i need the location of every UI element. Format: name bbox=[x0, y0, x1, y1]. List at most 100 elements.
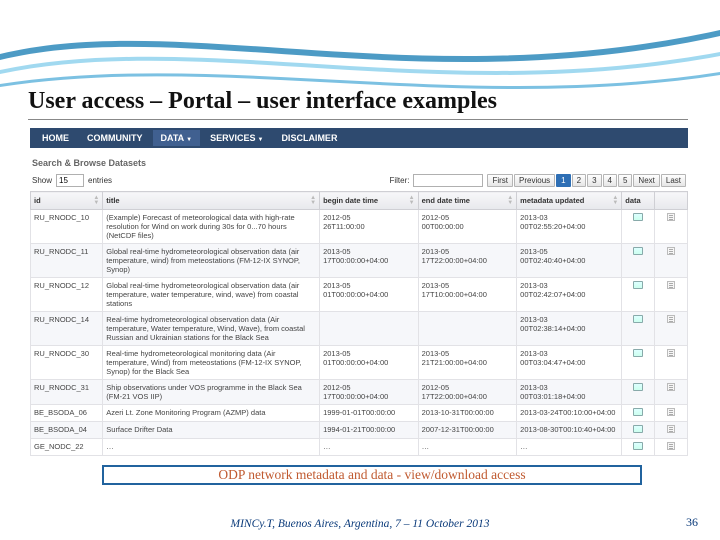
page-next-button[interactable]: Next bbox=[633, 174, 659, 187]
download-icon[interactable] bbox=[667, 247, 675, 255]
filter-input[interactable] bbox=[413, 174, 483, 187]
cell-id: GE_NODC_22 bbox=[31, 439, 103, 456]
view-data-icon[interactable] bbox=[633, 425, 643, 433]
nav-services-label: SERVICES bbox=[210, 133, 255, 143]
cell-meta: 2013-0300T02:38:14+04:00 bbox=[517, 312, 622, 346]
download-icon[interactable] bbox=[667, 349, 675, 357]
cell-meta: 2013-03-24T00:10:00+04:00 bbox=[517, 405, 622, 422]
page-4-button[interactable]: 4 bbox=[603, 174, 617, 187]
cell-meta: 2013-0300T02:42:07+04:00 bbox=[517, 278, 622, 312]
pagination: First Previous 1 2 3 4 5 Next Last bbox=[487, 174, 686, 187]
page-5-button[interactable]: 5 bbox=[618, 174, 632, 187]
download-icon[interactable] bbox=[667, 442, 675, 450]
cell-end: 2013-10-31T00:00:00 bbox=[418, 405, 517, 422]
section-heading: Search & Browse Datasets bbox=[32, 158, 688, 168]
view-data-icon[interactable] bbox=[633, 383, 643, 391]
cell-end: 2013-0521T21:00:00+04:00 bbox=[418, 346, 517, 380]
download-icon[interactable] bbox=[667, 315, 675, 323]
download-icon[interactable] bbox=[667, 281, 675, 289]
cell-title: Global real-time hydrometeorological obs… bbox=[103, 244, 320, 278]
cell-id: BE_BSODA_04 bbox=[31, 422, 103, 439]
table-row: RU_RNODC_14Real-time hydrometeorological… bbox=[31, 312, 688, 346]
cell-begin: 2013-0501T00:00:00+04:00 bbox=[320, 346, 419, 380]
cell-id: BE_BSODA_06 bbox=[31, 405, 103, 422]
download-icon[interactable] bbox=[667, 213, 675, 221]
cell-id: RU_RNODC_31 bbox=[31, 380, 103, 405]
cell-title: Real-time hydrometeorological monitoring… bbox=[103, 346, 320, 380]
sort-icon: ▲▼ bbox=[93, 196, 99, 206]
chevron-down-icon: ▼ bbox=[257, 137, 263, 143]
table-header-row: id▲▼ title▲▼ begin date time▲▼ end date … bbox=[31, 192, 688, 210]
view-data-icon[interactable] bbox=[633, 315, 643, 323]
cell-title: Global real-time hydrometeorological obs… bbox=[103, 278, 320, 312]
cell-id: RU_RNODC_14 bbox=[31, 312, 103, 346]
col-title[interactable]: title▲▼ bbox=[103, 192, 320, 210]
cell-begin: 1994-01-21T00:00:00 bbox=[320, 422, 419, 439]
col-meta[interactable]: metadata updated▲▼ bbox=[517, 192, 622, 210]
slide-footer: MINCy.T, Buenos Aires, Argentina, 7 – 11… bbox=[0, 518, 720, 530]
col-data[interactable]: data bbox=[622, 192, 655, 210]
download-icon[interactable] bbox=[667, 408, 675, 416]
col-end[interactable]: end date time▲▼ bbox=[418, 192, 517, 210]
page-3-button[interactable]: 3 bbox=[587, 174, 601, 187]
cell-id: RU_RNODC_10 bbox=[31, 210, 103, 244]
cell-end: 2013-0517T10:00:00+04:00 bbox=[418, 278, 517, 312]
cell-meta: 2013-0500T02:40:40+04:00 bbox=[517, 244, 622, 278]
view-data-icon[interactable] bbox=[633, 408, 643, 416]
cell-begin: 1999-01-01T00:00:00 bbox=[320, 405, 419, 422]
cell-begin bbox=[320, 312, 419, 346]
table-row: RU_RNODC_10(Example) Forecast of meteoro… bbox=[31, 210, 688, 244]
download-icon[interactable] bbox=[667, 383, 675, 391]
main-nav: HOME COMMUNITY DATA▼ SERVICES▼ DISCLAIME… bbox=[30, 128, 688, 148]
filter-label: Filter: bbox=[389, 176, 409, 185]
download-icon[interactable] bbox=[667, 425, 675, 433]
cell-id: RU_RNODC_30 bbox=[31, 346, 103, 380]
table-row: RU_RNODC_31Ship observations under VOS p… bbox=[31, 380, 688, 405]
cell-meta: 2013-08-30T00:10:40+04:00 bbox=[517, 422, 622, 439]
portal-screenshot: HOME COMMUNITY DATA▼ SERVICES▼ DISCLAIME… bbox=[30, 128, 688, 488]
table-row: BE_BSODA_04Surface Drifter Data1994-01-2… bbox=[31, 422, 688, 439]
table-row: RU_RNODC_12Global real-time hydrometeoro… bbox=[31, 278, 688, 312]
cell-title: Azeri Lt. Zone Monitoring Program (AZMP)… bbox=[103, 405, 320, 422]
sort-icon: ▲▼ bbox=[612, 196, 618, 206]
view-data-icon[interactable] bbox=[633, 213, 643, 221]
cell-begin: 2012-0526T11:00:00 bbox=[320, 210, 419, 244]
cell-begin: 2013-0517T00:00:00+04:00 bbox=[320, 244, 419, 278]
nav-community[interactable]: COMMUNITY bbox=[79, 130, 151, 146]
cell-begin: 2012-0517T00:00:00+04:00 bbox=[320, 380, 419, 405]
page-1-button[interactable]: 1 bbox=[556, 174, 570, 187]
col-begin[interactable]: begin date time▲▼ bbox=[320, 192, 419, 210]
sort-icon: ▲▼ bbox=[409, 196, 415, 206]
view-data-icon[interactable] bbox=[633, 349, 643, 357]
nav-home[interactable]: HOME bbox=[34, 130, 77, 146]
col-blank bbox=[655, 192, 688, 210]
view-data-icon[interactable] bbox=[633, 281, 643, 289]
cell-title: Real-time hydrometeorological observatio… bbox=[103, 312, 320, 346]
col-id[interactable]: id▲▼ bbox=[31, 192, 103, 210]
cell-end: 2013-0517T22:00:00+04:00 bbox=[418, 244, 517, 278]
cell-meta: 2013-0300T03:04:47+04:00 bbox=[517, 346, 622, 380]
entries-select[interactable] bbox=[56, 174, 84, 187]
slide-title: User access – Portal – user interface ex… bbox=[28, 88, 688, 120]
cell-begin: … bbox=[320, 439, 419, 456]
chevron-down-icon: ▼ bbox=[186, 137, 192, 143]
view-data-icon[interactable] bbox=[633, 442, 643, 450]
nav-data-label: DATA bbox=[161, 133, 185, 143]
cell-title: (Example) Forecast of meteorological dat… bbox=[103, 210, 320, 244]
cell-meta: 2013-0300T02:55:20+04:00 bbox=[517, 210, 622, 244]
page-previous-button[interactable]: Previous bbox=[514, 174, 555, 187]
nav-services[interactable]: SERVICES▼ bbox=[202, 130, 271, 146]
cell-end bbox=[418, 312, 517, 346]
cell-title: Surface Drifter Data bbox=[103, 422, 320, 439]
cell-end: 2012-0500T00:00:00 bbox=[418, 210, 517, 244]
nav-disclaimer[interactable]: DISCLAIMER bbox=[273, 130, 345, 146]
nav-data[interactable]: DATA▼ bbox=[153, 130, 201, 146]
page-first-button[interactable]: First bbox=[487, 174, 513, 187]
sort-icon: ▲▼ bbox=[310, 196, 316, 206]
cell-end: … bbox=[418, 439, 517, 456]
view-data-icon[interactable] bbox=[633, 247, 643, 255]
slide-page-number: 36 bbox=[686, 515, 698, 530]
table-row: GE_NODC_22………… bbox=[31, 439, 688, 456]
page-last-button[interactable]: Last bbox=[661, 174, 686, 187]
page-2-button[interactable]: 2 bbox=[572, 174, 586, 187]
